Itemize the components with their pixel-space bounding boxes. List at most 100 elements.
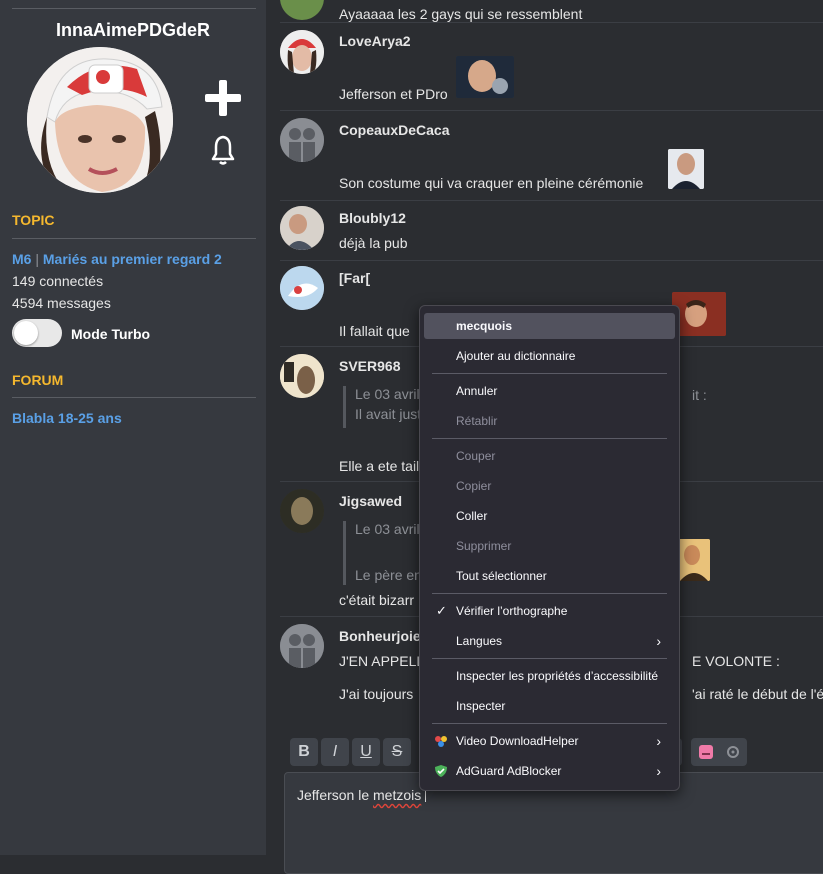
menu-separator xyxy=(432,438,667,439)
message-author[interactable]: SVER968 xyxy=(339,358,400,374)
message-text: Son costume qui va craquer en pleine cér… xyxy=(339,175,644,191)
video-downloadhelper-icon xyxy=(435,736,447,747)
bell-icon xyxy=(211,135,235,165)
sticker-image[interactable] xyxy=(678,539,710,581)
divider xyxy=(12,397,256,398)
menu-item-delete[interactable]: Supprimer xyxy=(424,533,675,559)
menu-item-redo[interactable]: Rétablir xyxy=(424,408,675,434)
menu-item-inspect[interactable]: Inspecter xyxy=(424,693,675,719)
message-count: 4594 messages xyxy=(12,295,111,311)
quote-line: Le 03 avril xyxy=(355,521,420,537)
message-author[interactable]: CopeauxDeCaca xyxy=(339,122,450,138)
message-text: c'était bizarr xyxy=(339,592,415,608)
menu-item-cut[interactable]: Couper xyxy=(424,443,675,469)
sticker-image[interactable] xyxy=(456,56,514,98)
sticker-button[interactable] xyxy=(691,738,747,766)
context-menu: mecquois Ajouter au dictionnaire Annuler… xyxy=(419,305,680,791)
user-avatar[interactable] xyxy=(280,266,324,310)
underline-button[interactable]: U xyxy=(352,738,380,766)
quote-line: it : xyxy=(692,387,707,403)
menu-item-label: Video DownloadHelper xyxy=(456,734,579,748)
connected-count: 149 connectés xyxy=(12,273,104,289)
menu-item-select-all[interactable]: Tout sélectionner xyxy=(424,563,675,589)
menu-item-suggestion[interactable]: mecquois xyxy=(424,313,675,339)
divider xyxy=(280,260,823,261)
profile-username[interactable]: InnaAimePDGdeR xyxy=(0,20,266,41)
message-text: J'ai toujours xyxy=(339,686,414,702)
user-avatar[interactable] xyxy=(280,0,324,20)
user-avatar[interactable] xyxy=(280,30,324,74)
italic-button[interactable]: I xyxy=(321,738,349,766)
menu-item-copy[interactable]: Copier xyxy=(424,473,675,499)
quoted-message: Le 03 avril Le père en xyxy=(343,521,422,585)
quote-line: Le père en xyxy=(355,567,422,583)
divider xyxy=(280,200,823,201)
message-text: Jefferson et PDro xyxy=(339,86,448,102)
user-avatar[interactable] xyxy=(280,624,324,668)
turbo-toggle[interactable] xyxy=(12,319,62,347)
plus-icon xyxy=(205,80,241,116)
sticker-image[interactable] xyxy=(668,149,704,189)
editor-content[interactable]: Jefferson le metzois xyxy=(297,787,427,803)
menu-item-label: AdGuard AdBlocker xyxy=(456,764,562,778)
message-text: 'ai raté le début de l'ép xyxy=(692,686,823,702)
topic-channel: M6 xyxy=(12,251,32,267)
topic-link[interactable]: M6 | Mariés au premier regard 2 xyxy=(12,251,222,267)
menu-item-languages[interactable]: Langues › xyxy=(424,628,675,654)
editor-text-segment: Jefferson le xyxy=(297,787,374,803)
notification-button[interactable] xyxy=(208,134,238,166)
sidebar: InnaAimePDGdeR TOPIC M6 | Mariés au prem… xyxy=(0,0,266,855)
forum-section-title: FORUM xyxy=(12,372,64,388)
checkmark-icon: ✓ xyxy=(436,603,447,618)
message-author[interactable]: LoveArya2 xyxy=(339,33,411,49)
message: Ayaaaaa les 2 gays qui se ressemblent xyxy=(280,0,823,22)
message-text: Elle a ete tail xyxy=(339,458,420,474)
topic-separator: | xyxy=(31,251,43,267)
sticker-image[interactable] xyxy=(672,292,726,336)
menu-item-paste[interactable]: Coller xyxy=(424,503,675,529)
message-text: Ayaaaaa les 2 gays qui se ressemblent xyxy=(339,6,583,22)
message-author[interactable]: [Far[ xyxy=(339,270,370,286)
toggle-knob xyxy=(14,321,38,345)
chevron-right-icon: › xyxy=(656,733,661,749)
quote-line: Le 03 avril xyxy=(355,386,420,402)
adguard-shield-icon xyxy=(435,765,447,777)
menu-item-label: Langues xyxy=(456,634,503,648)
message-author[interactable]: Jigsawed xyxy=(339,493,402,509)
forum-link[interactable]: Blabla 18-25 ans xyxy=(12,410,122,426)
menu-item-add-dictionary[interactable]: Ajouter au dictionnaire xyxy=(424,343,675,369)
menu-item-adguard[interactable]: AdGuard AdBlocker › xyxy=(424,758,675,784)
menu-separator xyxy=(432,658,667,659)
chevron-right-icon: › xyxy=(656,763,661,779)
add-friend-button[interactable] xyxy=(203,78,243,118)
user-avatar[interactable] xyxy=(280,489,324,533)
chevron-right-icon: › xyxy=(656,633,661,649)
message-author[interactable]: Bonheurjoie xyxy=(339,628,421,644)
misspelled-word[interactable]: metzois xyxy=(373,787,421,803)
menu-item-undo[interactable]: Annuler xyxy=(424,378,675,404)
user-avatar[interactable] xyxy=(280,354,324,398)
menu-separator xyxy=(432,373,667,374)
message-text: déjà la pub xyxy=(339,235,408,251)
divider xyxy=(12,238,256,239)
user-avatar[interactable] xyxy=(280,118,324,162)
menu-item-label: Vérifier l’orthographe xyxy=(456,604,568,618)
topic-section-title: TOPIC xyxy=(12,212,55,228)
divider xyxy=(280,22,823,23)
menu-item-inspect-accessibility[interactable]: Inspecter les propriétés d’accessibilité xyxy=(424,663,675,689)
message-author[interactable]: Bloubly12 xyxy=(339,210,406,226)
message-text: J'EN APPELL xyxy=(339,653,425,669)
quoted-message: Le 03 avril Il avait just xyxy=(343,386,421,428)
message-text: E VOLONTE : xyxy=(692,653,780,669)
menu-separator xyxy=(432,593,667,594)
user-avatar[interactable] xyxy=(280,206,324,250)
divider xyxy=(280,110,823,111)
menu-separator xyxy=(432,723,667,724)
bold-button[interactable]: B xyxy=(290,738,318,766)
profile-avatar[interactable] xyxy=(27,47,173,193)
strikethrough-button[interactable]: S xyxy=(383,738,411,766)
sticker-icon xyxy=(699,745,739,759)
topic-name: Mariés au premier regard 2 xyxy=(42,251,222,267)
menu-item-video-downloadhelper[interactable]: Video DownloadHelper › xyxy=(424,728,675,754)
menu-item-spellcheck[interactable]: ✓ Vérifier l’orthographe xyxy=(424,598,675,624)
